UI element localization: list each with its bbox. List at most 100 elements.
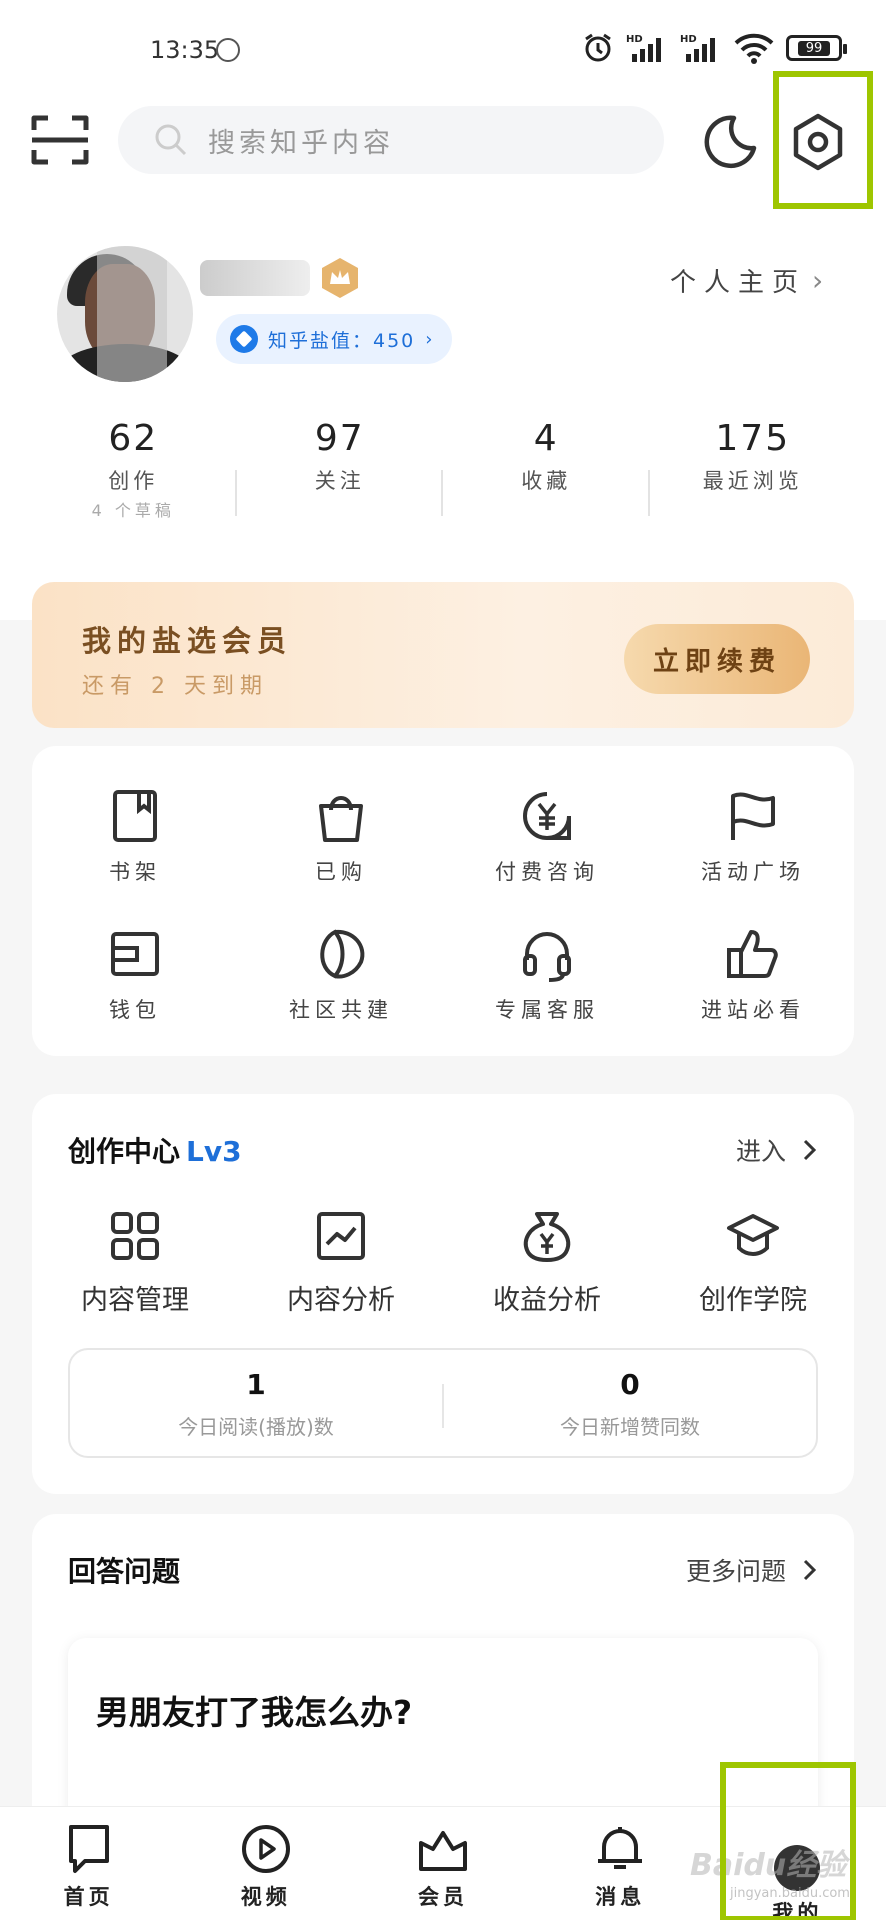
grid-label: 社区共建 xyxy=(289,998,393,1022)
revenue-analysis-button[interactable]: 收益分析 xyxy=(444,1208,650,1317)
enter-link[interactable]: 进入 xyxy=(736,1132,818,1168)
stat-value: 62 xyxy=(108,418,159,459)
salt-value-label: 知乎盐值：450 xyxy=(268,329,416,352)
salt-value-pill[interactable]: 知乎盐值：450 › xyxy=(216,314,453,364)
svg-text:HD: HD xyxy=(680,34,697,45)
creation-academy-button[interactable]: 创作学院 xyxy=(650,1208,856,1317)
battery-icon: 99 xyxy=(786,35,847,61)
avatar[interactable] xyxy=(57,246,193,382)
creation-center-card: 创作中心 Lv3 进入 内容管理 内容分析 收益分析 创作学院 1 今日阅读(播放… xyxy=(32,1094,854,1494)
search-icon xyxy=(155,124,187,156)
grid-item-must-read[interactable]: 进站必看 xyxy=(650,926,856,1024)
flag-icon xyxy=(731,792,775,840)
today-label: 今日阅读(播放)数 xyxy=(178,1415,334,1439)
shopping-bag-icon xyxy=(319,796,363,842)
today-reads[interactable]: 1 今日阅读(播放)数 xyxy=(70,1350,442,1456)
stat-sub: 4 个草稿 xyxy=(91,501,175,520)
vip-membership-banner[interactable]: 我的盐选会员 还有 2 天到期 立即续费 xyxy=(32,582,854,728)
grid-label: 已购 xyxy=(315,860,367,884)
grid-item-wallet[interactable]: 钱包 xyxy=(32,926,238,1024)
grid-item-customer-service[interactable]: 专属客服 xyxy=(444,926,650,1024)
today-stats-box: 1 今日阅读(播放)数 0 今日新增赞同数 xyxy=(68,1348,818,1458)
nav-label: 会员 xyxy=(418,1885,468,1909)
search-input[interactable]: 搜索知乎内容 xyxy=(118,106,664,174)
more-questions-link[interactable]: 更多问题 xyxy=(686,1552,818,1588)
stats-row: 62 创作 4 个草稿 97 关注 4 收藏 175 最近浏览 xyxy=(30,418,856,528)
nav-vip[interactable]: 会员 xyxy=(354,1807,531,1920)
scan-icon[interactable] xyxy=(30,112,90,168)
bookshelf-icon xyxy=(113,790,157,842)
enter-link-label: 进入 xyxy=(735,1137,786,1166)
chevron-right-icon xyxy=(803,1559,817,1581)
homepage-link[interactable]: 个人主页 › xyxy=(670,262,831,299)
chevron-right-icon: › xyxy=(425,328,433,350)
signal-icon-2: HD xyxy=(680,34,715,62)
vip-crown-badge-icon[interactable] xyxy=(318,256,362,300)
settings-highlight-box xyxy=(773,71,873,209)
grid-item-bookshelf[interactable]: 书架 xyxy=(32,788,238,886)
grid-label: 进站必看 xyxy=(701,998,805,1022)
content-analysis-button[interactable]: 内容分析 xyxy=(238,1208,444,1317)
creation-item-label: 创作学院 xyxy=(699,1285,807,1316)
moon-icon[interactable] xyxy=(700,112,760,172)
content-management-button[interactable]: 内容管理 xyxy=(32,1208,238,1317)
stat-value: 97 xyxy=(314,418,365,459)
today-value: 0 xyxy=(620,1368,640,1401)
nav-label: 首页 xyxy=(63,1885,114,1909)
grid-label: 付费咨询 xyxy=(495,860,599,884)
renew-button[interactable]: 立即续费 xyxy=(624,624,810,694)
headset-icon xyxy=(523,932,571,982)
stat-creations[interactable]: 62 创作 4 个草稿 xyxy=(30,418,237,528)
salt-icon xyxy=(230,325,258,353)
status-icons: HD HD 99 xyxy=(582,32,847,64)
grid-item-purchased[interactable]: 已购 xyxy=(238,788,444,886)
creation-title-text: 创作中心 xyxy=(68,1135,181,1168)
stat-recent[interactable]: 175 最近浏览 xyxy=(650,418,857,528)
question-text: 男朋友打了我怎么办? xyxy=(96,1693,413,1732)
more-questions-label: 更多问题 xyxy=(685,1557,786,1586)
today-value: 1 xyxy=(246,1368,266,1401)
grid-label: 钱包 xyxy=(109,998,161,1022)
graduation-cap-icon xyxy=(727,1214,779,1256)
today-label: 今日新增赞同数 xyxy=(560,1415,700,1439)
today-upvotes[interactable]: 0 今日新增赞同数 xyxy=(444,1350,816,1456)
vip-title: 我的盐选会员 xyxy=(82,624,293,658)
grid-icon xyxy=(111,1212,159,1260)
services-grid: 书架 已购 付费咨询 活动广场 钱包 社区共建 专属客服 进站必看 xyxy=(32,746,854,1056)
creation-item-label: 收益分析 xyxy=(493,1285,601,1316)
grid-item-community[interactable]: 社区共建 xyxy=(238,926,444,1024)
battery-level: 99 xyxy=(797,40,831,56)
search-placeholder: 搜索知乎内容 xyxy=(208,127,394,159)
svg-text:HD: HD xyxy=(626,34,643,45)
stat-following[interactable]: 97 关注 xyxy=(237,418,443,528)
signal-icon: HD xyxy=(626,34,661,62)
status-bar: 13:35 HD HD 99 xyxy=(0,0,886,100)
chart-icon xyxy=(317,1212,365,1260)
creation-center-title: 创作中心 Lv3 xyxy=(68,1130,242,1170)
paid-consult-icon xyxy=(523,792,571,840)
creation-item-label: 内容管理 xyxy=(81,1285,189,1316)
nav-messages[interactable]: 消息 xyxy=(532,1807,709,1920)
home-icon xyxy=(68,1825,109,1873)
creation-level: Lv3 xyxy=(186,1135,242,1168)
nav-video[interactable]: 视频 xyxy=(177,1807,354,1920)
chevron-right-icon: › xyxy=(812,264,832,297)
grid-label: 书架 xyxy=(109,860,161,884)
username-blurred[interactable] xyxy=(200,260,310,296)
chevron-right-icon xyxy=(803,1139,817,1161)
mine-highlight-box xyxy=(720,1762,856,1920)
leaf-icon xyxy=(320,929,365,979)
money-bag-icon xyxy=(523,1212,571,1262)
wifi-icon xyxy=(734,33,774,64)
grid-label: 专属客服 xyxy=(495,998,599,1022)
nav-label: 消息 xyxy=(595,1885,646,1909)
nav-home[interactable]: 首页 xyxy=(0,1807,177,1920)
status-time: 13:35 xyxy=(150,36,220,64)
grid-item-paid-consult[interactable]: 付费咨询 xyxy=(444,788,650,886)
stat-label: 收藏 xyxy=(521,469,572,493)
grid-item-activity[interactable]: 活动广场 xyxy=(650,788,856,886)
wallet-icon xyxy=(111,932,159,976)
stat-favorites[interactable]: 4 收藏 xyxy=(443,418,650,528)
homepage-link-label: 个人主页 xyxy=(670,268,807,298)
nav-label: 视频 xyxy=(240,1885,291,1909)
